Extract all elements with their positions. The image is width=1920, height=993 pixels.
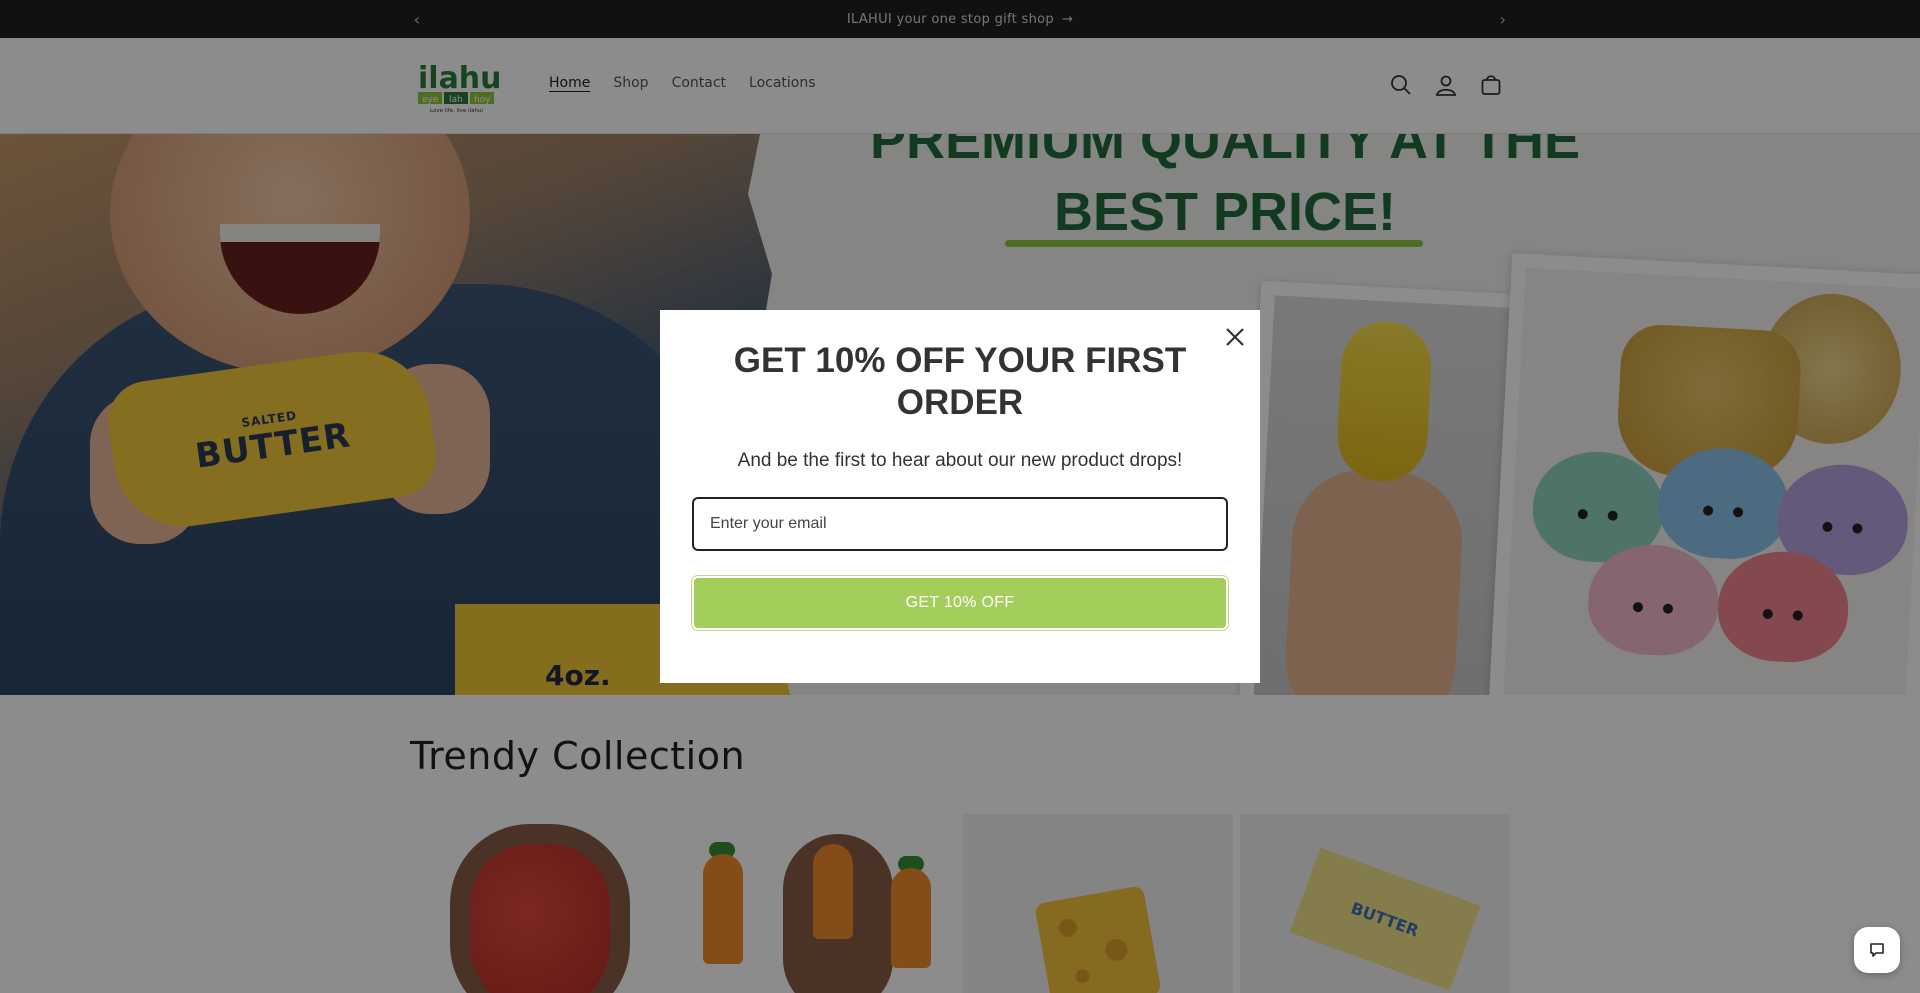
get-discount-button[interactable]: GET 10% OFF (691, 575, 1229, 631)
popup-subtitle: And be the first to hear about our new p… (737, 450, 1183, 471)
chat-launcher-button[interactable] (1854, 927, 1900, 973)
discount-popup: GET 10% OFF YOUR FIRST ORDER And be the … (660, 310, 1260, 683)
close-icon (1226, 328, 1244, 346)
close-popup-button[interactable] (1220, 322, 1250, 352)
popup-title: GET 10% OFF YOUR FIRST ORDER (733, 341, 1187, 422)
chat-icon (1870, 943, 1884, 957)
email-input[interactable] (692, 497, 1228, 551)
